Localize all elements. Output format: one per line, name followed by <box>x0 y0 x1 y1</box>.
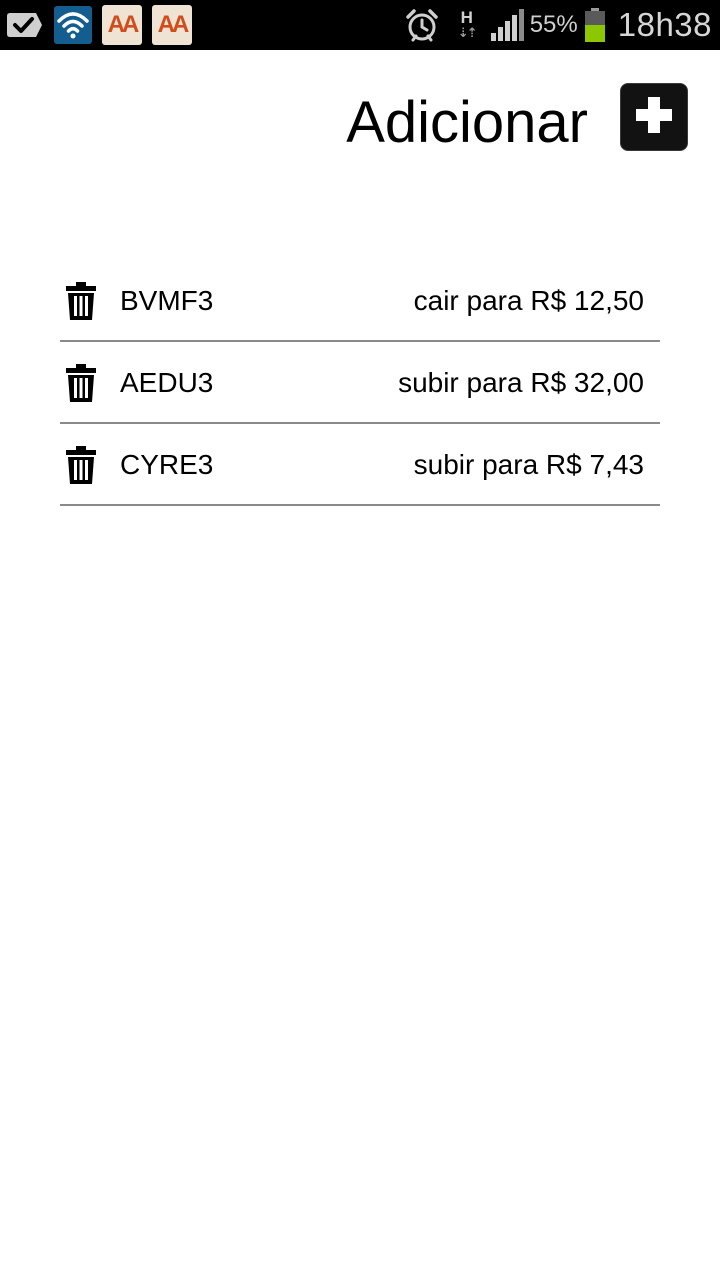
add-button[interactable] <box>620 83 688 151</box>
list-item[interactable]: CYRE3 subir para R$ 7,43 <box>60 424 660 506</box>
aa-app-icon: AA <box>152 5 192 45</box>
alert-condition: subir para R$ 32,00 <box>398 367 644 398</box>
alert-condition: subir para R$ 7,43 <box>413 449 644 480</box>
status-time: 18h38 <box>617 6 712 43</box>
trash-icon[interactable] <box>65 282 97 320</box>
page-title: Adicionar <box>346 90 588 155</box>
trash-icon[interactable] <box>65 446 97 484</box>
status-bar: AA AA H ⇣⇡ 55% 18h38 <box>0 0 720 50</box>
alert-list: BVMF3 cair para R$ 12,50 AEDU3 subir par… <box>60 260 660 506</box>
alert-condition: cair para R$ 12,50 <box>413 285 644 316</box>
network-type-label: H <box>460 8 473 27</box>
ticker-label: CYRE3 <box>120 449 214 480</box>
aa-app-icon: AA <box>102 5 142 45</box>
ticker-label: BVMF3 <box>120 285 214 316</box>
list-item[interactable]: BVMF3 cair para R$ 12,50 <box>60 260 660 342</box>
battery-icon <box>584 8 606 42</box>
plus-icon <box>632 93 676 142</box>
wifi-icon <box>54 6 92 44</box>
ticker-label: AEDU3 <box>120 367 214 398</box>
signal-strength-icon <box>490 9 524 41</box>
system-status-area: H ⇣⇡ 55% 18h38 <box>404 0 712 50</box>
header: Adicionar <box>0 80 720 170</box>
network-type-indicator: H ⇣⇡ <box>457 8 478 40</box>
list-item[interactable]: AEDU3 subir para R$ 32,00 <box>60 342 660 424</box>
data-transfer-arrows-icon: ⇣⇡ <box>457 25 478 40</box>
battery-percent: 55% <box>529 11 578 38</box>
notification-area: AA AA <box>0 0 192 50</box>
check-box-icon <box>6 11 44 39</box>
trash-icon[interactable] <box>65 364 97 402</box>
alarm-clock-icon <box>404 7 440 43</box>
